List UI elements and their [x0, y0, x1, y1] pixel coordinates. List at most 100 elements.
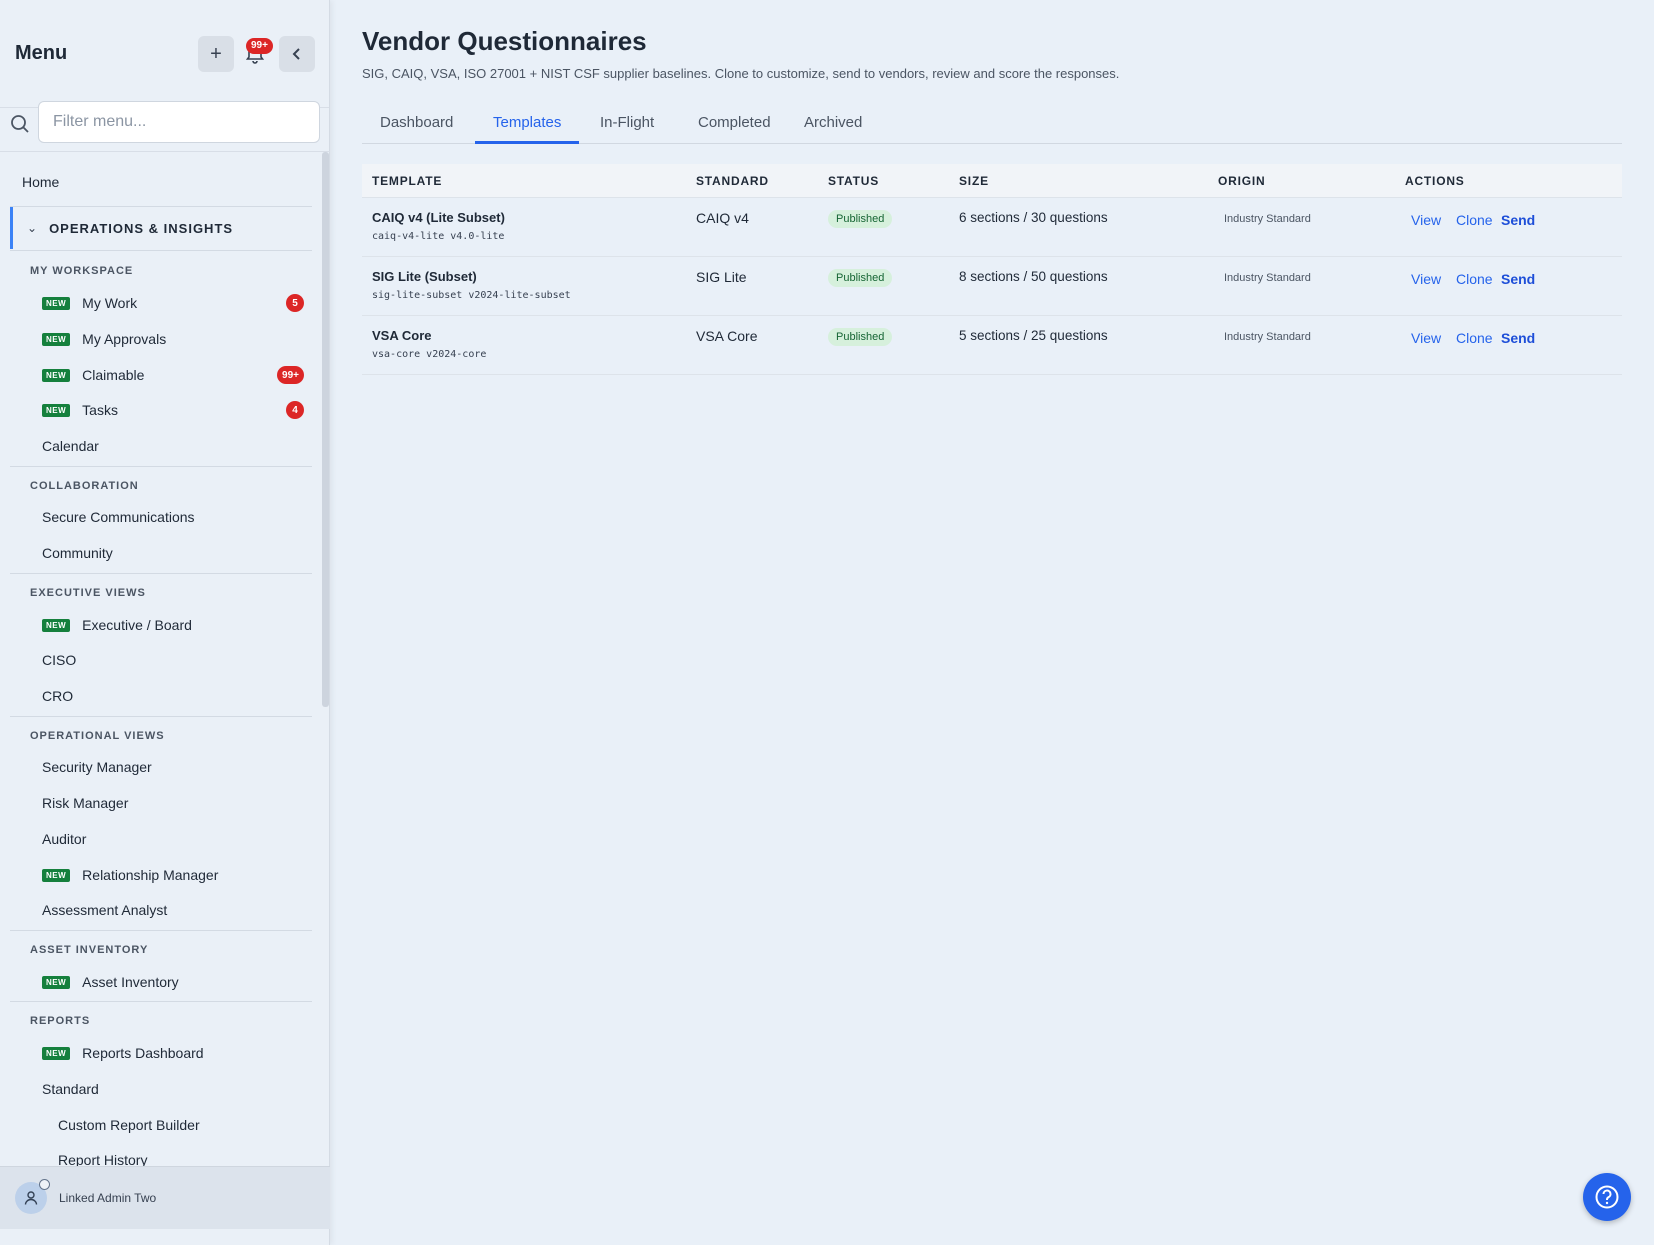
page-subtitle: SIG, CAIQ, VSA, ISO 27001 + NIST CSF sup… — [362, 66, 1120, 81]
tab-templates[interactable]: Templates — [475, 104, 580, 144]
section-label-reports: REPORTS — [30, 1015, 91, 1027]
template-size: 8 sections / 50 questions — [959, 269, 1108, 284]
sidebar-item-label: Executive / Board — [82, 617, 192, 633]
sidebar-item-claimable[interactable]: NEW Claimable 99+ — [42, 361, 304, 389]
template-id: vsa-core v2024-core — [372, 349, 487, 360]
view-link[interactable]: View — [1411, 212, 1441, 228]
sidebar-item-reports-dashboard[interactable]: NEW Reports Dashboard — [42, 1039, 304, 1067]
sidebar-item-executive-board[interactable]: NEW Executive / Board — [42, 611, 304, 639]
collapse-sidebar-button[interactable] — [279, 36, 315, 72]
sidebar-item-auditor[interactable]: Auditor — [42, 825, 304, 853]
section-label-asset-inventory: ASSET INVENTORY — [30, 944, 149, 956]
sidebar-item-label: Standard — [42, 1081, 99, 1097]
add-button[interactable]: + — [198, 36, 234, 72]
template-standard: SIG Lite — [696, 269, 747, 285]
table-row: VSA Core vsa-core v2024-core VSA Core Pu… — [362, 316, 1622, 375]
template-origin: Industry Standard — [1224, 331, 1311, 343]
sidebar-item-cro[interactable]: CRO — [42, 682, 304, 710]
sidebar-item-custom-report-builder[interactable]: Custom Report Builder — [58, 1111, 320, 1139]
divider — [10, 466, 312, 467]
table-row: CAIQ v4 (Lite Subset) caiq-v4-lite v4.0-… — [362, 198, 1622, 257]
sidebar-item-home[interactable]: Home — [22, 174, 59, 190]
count-badge: 4 — [286, 401, 304, 419]
sidebar-header: Menu + 99+ — [0, 0, 329, 108]
sidebar-item-ciso[interactable]: CISO — [42, 646, 304, 674]
template-standard: CAIQ v4 — [696, 210, 749, 226]
table-row: SIG Lite (Subset) sig-lite-subset v2024-… — [362, 257, 1622, 316]
help-icon — [1595, 1185, 1619, 1209]
clone-link[interactable]: Clone — [1456, 212, 1493, 228]
new-tag: NEW — [42, 868, 71, 882]
section-label-my-workspace: MY WORKSPACE — [30, 265, 134, 277]
divider — [10, 716, 312, 717]
column-header-size: SIZE — [959, 174, 989, 188]
sidebar-item-report-history[interactable]: Report History — [58, 1146, 320, 1166]
sidebar-item-label: Claimable — [82, 367, 145, 383]
sidebar-item-tasks[interactable]: NEW Tasks 4 — [42, 396, 304, 424]
avatar — [15, 1179, 50, 1214]
template-name: CAIQ v4 (Lite Subset) — [372, 210, 505, 225]
send-link[interactable]: Send — [1501, 212, 1535, 228]
template-id: caiq-v4-lite v4.0-lite — [372, 231, 505, 242]
new-tag: NEW — [42, 1046, 71, 1060]
sidebar-item-label: Report History — [58, 1152, 148, 1166]
new-tag: NEW — [42, 403, 71, 417]
section-label-executive-views: EXECUTIVE VIEWS — [30, 587, 146, 599]
view-link[interactable]: View — [1411, 271, 1441, 287]
send-link[interactable]: Send — [1501, 271, 1535, 287]
new-tag: NEW — [42, 975, 71, 989]
clone-link[interactable]: Clone — [1456, 330, 1493, 346]
sidebar-item-label: CRO — [42, 688, 74, 704]
sidebar-item-standard[interactable]: Standard — [42, 1075, 304, 1103]
filter-menu-input[interactable] — [38, 101, 320, 143]
sidebar-item-label: Asset Inventory — [82, 974, 179, 990]
send-link[interactable]: Send — [1501, 330, 1535, 346]
sidebar-item-label: Reports Dashboard — [82, 1045, 204, 1061]
sidebar-item-risk-manager[interactable]: Risk Manager — [42, 789, 304, 817]
sidebar-item-my-work[interactable]: NEW My Work 5 — [42, 289, 304, 317]
sidebar-item-community[interactable]: Community — [42, 539, 304, 567]
template-origin: Industry Standard — [1224, 272, 1311, 284]
gear-icon — [39, 1179, 50, 1190]
sidebar: Menu + 99+ Home ⌄ OPERATIONS & INSIGHTS … — [0, 0, 330, 1245]
sidebar-scrollbar[interactable] — [322, 152, 329, 707]
sidebar-item-calendar[interactable]: Calendar — [42, 432, 304, 460]
view-link[interactable]: View — [1411, 330, 1441, 346]
sidebar-nav: Home ⌄ OPERATIONS & INSIGHTS MY WORKSPAC… — [0, 152, 322, 1166]
sidebar-item-secure-communications[interactable]: Secure Communications — [42, 503, 304, 531]
section-label-collaboration: COLLABORATION — [30, 480, 139, 492]
sidebar-item-label: Calendar — [42, 438, 99, 454]
templates-table: TEMPLATE STANDARD STATUS SIZE ORIGIN ACT… — [362, 164, 1622, 375]
count-badge: 5 — [286, 294, 304, 312]
sidebar-item-assessment-analyst[interactable]: Assessment Analyst — [42, 896, 304, 924]
group-operations-insights[interactable]: ⌄ OPERATIONS & INSIGHTS — [10, 207, 312, 249]
sidebar-item-relationship-manager[interactable]: NEW Relationship Manager — [42, 861, 304, 889]
template-standard: VSA Core — [696, 328, 758, 344]
template-origin: Industry Standard — [1224, 213, 1311, 225]
user-icon — [24, 1191, 38, 1205]
tab-dashboard[interactable]: Dashboard — [362, 104, 471, 144]
new-tag: NEW — [42, 296, 71, 310]
tab-archived[interactable]: Archived — [786, 104, 880, 144]
sidebar-item-security-manager[interactable]: Security Manager — [42, 753, 304, 781]
sidebar-item-label: Community — [42, 545, 113, 561]
column-header-status: STATUS — [828, 174, 880, 188]
column-header-template: TEMPLATE — [372, 174, 443, 188]
clone-link[interactable]: Clone — [1456, 271, 1493, 287]
tab-in-flight[interactable]: In-Flight — [582, 104, 672, 144]
template-name: SIG Lite (Subset) — [372, 269, 477, 284]
sidebar-item-asset-inventory[interactable]: NEW Asset Inventory — [42, 968, 304, 996]
sidebar-item-label: My Approvals — [82, 331, 167, 347]
help-button[interactable] — [1583, 1173, 1631, 1221]
new-tag: NEW — [42, 332, 71, 346]
search-icon — [11, 115, 29, 133]
new-tag: NEW — [42, 618, 71, 632]
notification-count-badge: 99+ — [246, 38, 273, 54]
sidebar-item-label: Auditor — [42, 831, 87, 847]
tab-completed[interactable]: Completed — [680, 104, 789, 144]
sidebar-item-my-approvals[interactable]: NEW My Approvals — [42, 325, 304, 353]
user-footer[interactable]: Linked Admin Two — [0, 1166, 330, 1229]
divider — [10, 1001, 312, 1002]
new-tag: NEW — [42, 368, 71, 382]
chevron-left-icon — [292, 48, 300, 60]
